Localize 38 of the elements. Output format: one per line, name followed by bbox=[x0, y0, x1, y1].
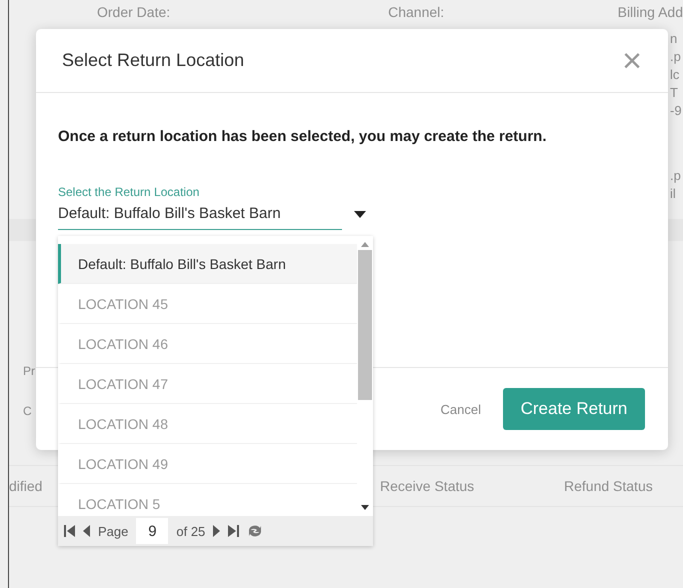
previous-page-icon[interactable] bbox=[83, 525, 90, 537]
page-total: of 25 bbox=[176, 524, 206, 538]
column-header: Refund Status bbox=[564, 478, 653, 494]
last-page-icon[interactable] bbox=[228, 525, 240, 537]
contact-text: il bbox=[670, 185, 676, 203]
scrollbar-thumb[interactable] bbox=[358, 250, 372, 400]
dropdown-option[interactable]: LOCATION 48 bbox=[58, 404, 357, 444]
close-button[interactable]: × bbox=[618, 44, 646, 78]
field-label: Channel: bbox=[388, 4, 446, 22]
page-label: Page bbox=[98, 524, 128, 538]
first-page-icon[interactable] bbox=[64, 525, 75, 537]
location-select[interactable]: Default: Buffalo Bill's Basket Barn bbox=[58, 205, 342, 230]
field-label: Select the Return Location bbox=[58, 185, 200, 199]
address-text: n bbox=[670, 30, 678, 48]
dropdown-option[interactable]: LOCATION 47 bbox=[58, 364, 357, 404]
field-label: Billing Add bbox=[618, 4, 683, 22]
dropdown-option[interactable]: LOCATION 45 bbox=[58, 284, 357, 324]
page-input[interactable]: 9 bbox=[136, 518, 168, 544]
address-text: -9 bbox=[670, 102, 682, 120]
contact-text: .p bbox=[670, 167, 681, 185]
address-text: .p bbox=[670, 48, 681, 66]
address-text: lc bbox=[670, 66, 680, 84]
cancel-button[interactable]: Cancel bbox=[436, 398, 485, 420]
row-text: Pr bbox=[23, 363, 35, 380]
address-text: T bbox=[670, 84, 678, 102]
column-header: dified bbox=[9, 478, 44, 494]
next-page-icon[interactable] bbox=[213, 525, 220, 537]
instruction-text: Once a return location has been selected, you may create the return. bbox=[58, 128, 548, 145]
dialog-title: Select Return Location bbox=[62, 50, 244, 71]
create-return-button[interactable]: Create Return bbox=[503, 388, 645, 430]
field-label: Order Date: bbox=[97, 4, 172, 22]
refresh-icon[interactable] bbox=[247, 523, 264, 539]
scroll-down-icon[interactable] bbox=[361, 505, 369, 510]
column-header: Receive Status bbox=[380, 478, 476, 494]
dropdown-option[interactable]: LOCATION 46 bbox=[58, 324, 357, 364]
dropdown-option[interactable]: Default: Buffalo Bill's Basket Barn bbox=[58, 244, 357, 284]
row-text: C bbox=[23, 403, 32, 420]
dropdown-option[interactable]: LOCATION 49 bbox=[58, 444, 357, 484]
